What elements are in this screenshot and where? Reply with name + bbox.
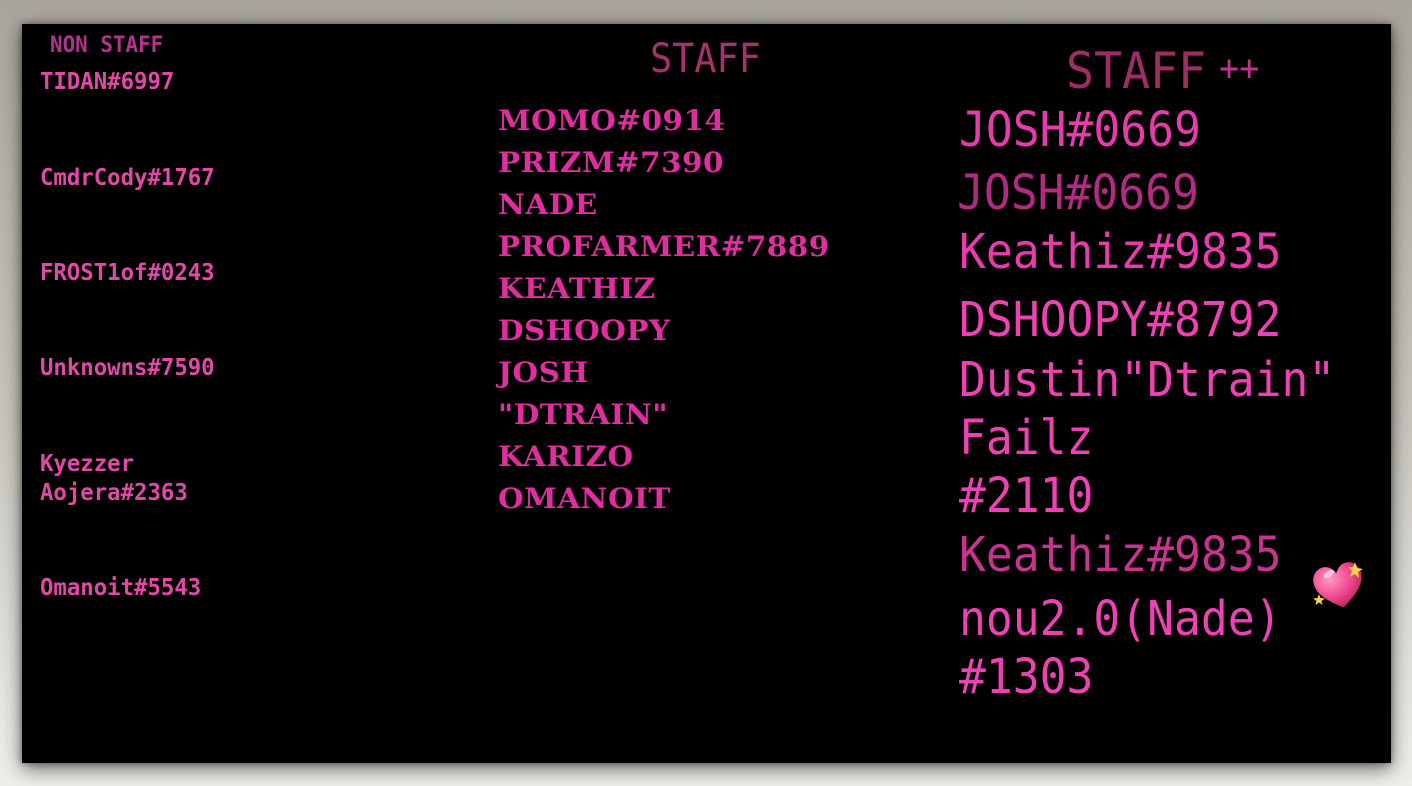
non-staff-item: Unknowns#7590 (40, 355, 215, 381)
staff-item: DSHOOPY (498, 314, 671, 347)
staff-plus-item: JOSH#0669 (959, 102, 1201, 158)
non-staff-item: Omanoit#5543 (40, 575, 202, 601)
staff-item: NADE (498, 188, 598, 221)
heart-emoji-icon (1313, 562, 1363, 608)
staff-plus-item: Failz (959, 410, 1094, 466)
staff-plus-item: #2110 (959, 468, 1094, 524)
staff-item: JOSH (498, 356, 589, 389)
staff-plus-item: Keathiz#9835 (959, 527, 1282, 583)
non-staff-item: Aojera#2363 (40, 480, 188, 506)
staff-item: PROFARMER#7889 (498, 230, 830, 263)
staff-board: NON STAFF STAFF STAFF ++ TIDAN#6997 CmdrC… (22, 24, 1391, 763)
staff-plus-item: DSHOOPY#8792 (959, 292, 1282, 348)
staff-plus-item: Keathiz#9835 (959, 224, 1282, 280)
non-staff-item: CmdrCody#1767 (40, 165, 215, 191)
staff-plus-item: nou2.0(Nade) (959, 591, 1282, 647)
header-non-staff: NON STAFF (50, 33, 164, 58)
staff-item: KARIZO (498, 440, 634, 473)
non-staff-item: TIDAN#6997 (40, 69, 175, 95)
staff-item: "DTRAIN" (498, 398, 669, 431)
staff-plus-item: #1303 (959, 649, 1094, 705)
non-staff-item: Kyezzer (40, 451, 135, 477)
staff-item: MOMO#0914 (498, 104, 726, 137)
staff-item: KEATHIZ (498, 272, 656, 305)
header-staff-plus-label: STAFF (1066, 42, 1206, 100)
staff-item: OMANOIT (498, 482, 671, 515)
header-staff-plus: STAFF ++ (1066, 42, 1259, 100)
staff-plus-item: Dustin"Dtrain" (959, 352, 1336, 408)
header-staff-plus-suffix: ++ (1218, 48, 1260, 89)
staff-item: PRIZM#7390 (498, 146, 725, 179)
non-staff-item: FROST1of#0243 (40, 260, 215, 286)
staff-plus-item: JOSH#0669 (957, 165, 1199, 221)
header-staff: STAFF (650, 36, 761, 82)
